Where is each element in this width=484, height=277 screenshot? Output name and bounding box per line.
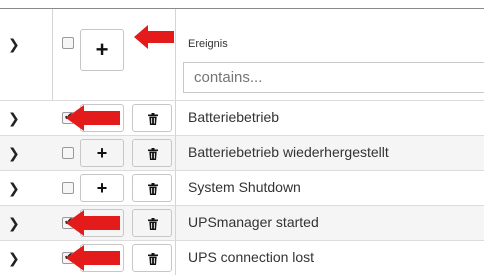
row-delete-button[interactable] <box>132 209 172 237</box>
row-checkbox[interactable] <box>62 182 74 194</box>
column-header-ereignis[interactable]: Ereignis <box>188 38 228 50</box>
row-delete-button[interactable] <box>132 244 172 272</box>
trash-icon <box>148 148 158 160</box>
header-event-cell: Ereignis <box>176 9 484 100</box>
row-actions-cell: + <box>52 136 176 170</box>
row-expand-cell: ❯ <box>0 206 53 240</box>
header-expand-cell: ❯ <box>0 9 53 100</box>
event-name: UPS connection lost <box>188 249 315 265</box>
event-name: Batteriebetrieb <box>188 109 280 125</box>
row-delete-button[interactable] <box>132 104 172 132</box>
row-actions-cell <box>52 241 176 275</box>
select-all-checkbox[interactable] <box>62 37 74 49</box>
row-delete-button[interactable] <box>132 174 172 202</box>
header-actions-cell: + <box>52 9 176 100</box>
row-expand-cell: ❯ <box>0 171 53 205</box>
event-name: UPSmanager started <box>188 214 319 230</box>
chevron-right-icon[interactable]: ❯ <box>8 37 20 51</box>
event-name: Batteriebetrieb wiederhergestellt <box>188 144 389 160</box>
row-add-button[interactable]: + <box>80 174 124 202</box>
plus-icon: + <box>95 37 109 62</box>
add-button[interactable]: + <box>80 29 124 71</box>
row-event-cell: UPSmanager started <box>176 206 484 240</box>
trash-icon <box>148 218 158 230</box>
trash-icon <box>148 183 158 195</box>
event-filter-input[interactable] <box>183 62 484 93</box>
red-arrow-annotation <box>66 245 120 271</box>
red-arrow-annotation <box>66 105 120 131</box>
row-event-cell: Batteriebetrieb <box>176 101 484 135</box>
chevron-right-icon[interactable]: ❯ <box>8 251 20 265</box>
chevron-right-icon[interactable]: ❯ <box>8 146 20 160</box>
row-actions-cell <box>52 206 176 240</box>
row-actions-cell: + <box>52 171 176 205</box>
red-arrow-annotation <box>66 210 120 236</box>
row-delete-button[interactable] <box>132 139 172 167</box>
red-arrow-annotation <box>134 25 174 49</box>
chevron-right-icon[interactable]: ❯ <box>8 216 20 230</box>
row-event-cell: System Shutdown <box>176 171 484 205</box>
row-actions-cell <box>52 101 176 135</box>
row-expand-cell: ❯ <box>0 101 53 135</box>
row-checkbox[interactable] <box>62 147 74 159</box>
row-expand-cell: ❯ <box>0 136 53 170</box>
plus-icon: + <box>96 143 108 163</box>
row-event-cell: Batteriebetrieb wiederhergestellt <box>176 136 484 170</box>
chevron-right-icon[interactable]: ❯ <box>8 111 20 125</box>
plus-icon: + <box>96 178 108 198</box>
trash-icon <box>148 253 158 265</box>
row-event-cell: UPS connection lost <box>176 241 484 275</box>
chevron-right-icon[interactable]: ❯ <box>8 181 20 195</box>
events-table: ❯ + Ereignis ❯ Batteriebetrieb ❯ + Batterieb… <box>0 0 484 277</box>
row-add-button[interactable]: + <box>80 139 124 167</box>
event-name: System Shutdown <box>188 179 301 195</box>
trash-icon <box>148 113 158 125</box>
row-expand-cell: ❯ <box>0 241 53 275</box>
